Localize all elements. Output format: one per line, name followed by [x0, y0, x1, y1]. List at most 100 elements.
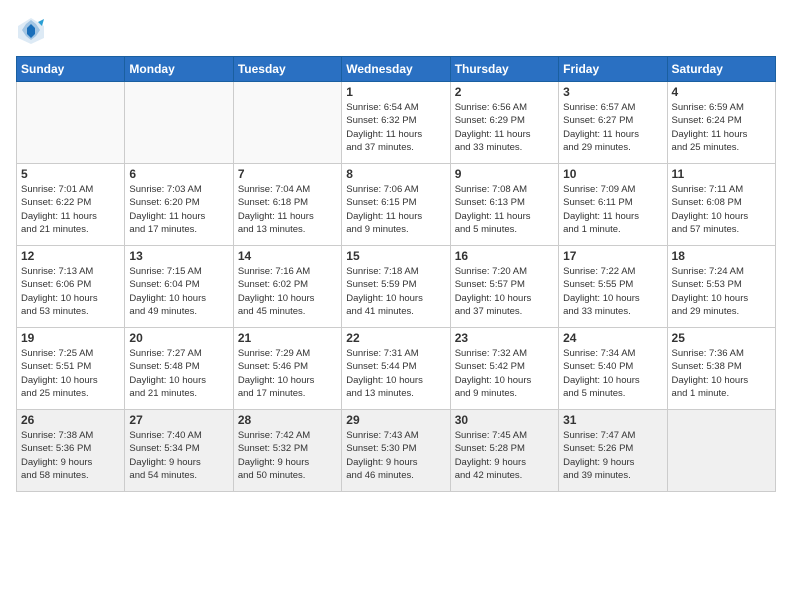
calendar-cell: 14Sunrise: 7:16 AM Sunset: 6:02 PM Dayli…	[233, 246, 341, 328]
day-number: 16	[455, 249, 554, 263]
day-info: Sunrise: 7:09 AM Sunset: 6:11 PM Dayligh…	[563, 183, 662, 236]
day-number: 29	[346, 413, 445, 427]
day-info: Sunrise: 7:11 AM Sunset: 6:08 PM Dayligh…	[672, 183, 771, 236]
day-number: 23	[455, 331, 554, 345]
day-info: Sunrise: 7:47 AM Sunset: 5:26 PM Dayligh…	[563, 429, 662, 482]
calendar-cell: 26Sunrise: 7:38 AM Sunset: 5:36 PM Dayli…	[17, 410, 125, 492]
day-info: Sunrise: 6:56 AM Sunset: 6:29 PM Dayligh…	[455, 101, 554, 154]
day-number: 20	[129, 331, 228, 345]
day-info: Sunrise: 7:25 AM Sunset: 5:51 PM Dayligh…	[21, 347, 120, 400]
calendar-cell: 11 Sunrise: 7:11 AM Sunset: 6:08 PM Dayli…	[667, 164, 775, 246]
calendar-cell: 28 Sunrise: 7:42 AM Sunset: 5:32 PM Dayli…	[233, 410, 341, 492]
day-number: 22	[346, 331, 445, 345]
weekday-header: Monday	[125, 57, 233, 82]
day-number: 4	[672, 85, 771, 99]
day-number: 21	[238, 331, 337, 345]
calendar-cell: 10 Sunrise: 7:09 AM Sunset: 6:11 PM Dayli…	[559, 164, 667, 246]
day-number: 30	[455, 413, 554, 427]
day-info: Sunrise: 7:03 AM Sunset: 6:20 PM Dayligh…	[129, 183, 228, 236]
calendar-cell: 4 Sunrise: 6:59 AM Sunset: 6:24 PM Daylig…	[667, 82, 775, 164]
weekday-header: Sunday	[17, 57, 125, 82]
calendar-cell: 12 Sunrise: 7:13 AM Sunset: 6:06 PM Dayli…	[17, 246, 125, 328]
day-number: 13	[129, 249, 228, 263]
weekday-header: Tuesday	[233, 57, 341, 82]
day-number: 7	[238, 167, 337, 181]
day-info: Sunrise: 7:40 AM Sunset: 5:34 PM Dayligh…	[129, 429, 228, 482]
weekday-header: Thursday	[450, 57, 558, 82]
calendar-cell: 8 Sunrise: 7:06 AM Sunset: 6:15 PM Daylig…	[342, 164, 450, 246]
day-number: 10	[563, 167, 662, 181]
day-number: 26	[21, 413, 120, 427]
day-number: 9	[455, 167, 554, 181]
day-info: Sunrise: 7:15 AM Sunset: 6:04 PM Dayligh…	[129, 265, 228, 318]
day-number: 11	[672, 167, 771, 181]
day-info: Sunrise: 7:29 AM Sunset: 5:46 PM Dayligh…	[238, 347, 337, 400]
calendar-cell	[233, 82, 341, 164]
day-info: Sunrise: 7:20 AM Sunset: 5:57 PM Dayligh…	[455, 265, 554, 318]
calendar-cell: 31 Sunrise: 7:47 AM Sunset: 5:26 PM Dayli…	[559, 410, 667, 492]
calendar-cell: 13 Sunrise: 7:15 AM Sunset: 6:04 PM Dayli…	[125, 246, 233, 328]
calendar-cell: 21 Sunrise: 7:29 AM Sunset: 5:46 PM Dayli…	[233, 328, 341, 410]
calendar-cell: 27 Sunrise: 7:40 AM Sunset: 5:34 PM Dayli…	[125, 410, 233, 492]
calendar-cell: 22 Sunrise: 7:31 AM Sunset: 5:44 PM Dayli…	[342, 328, 450, 410]
day-number: 8	[346, 167, 445, 181]
day-info: Sunrise: 7:16 AM Sunset: 6:02 PM Dayligh…	[238, 265, 337, 318]
calendar-cell: 23Sunrise: 7:32 AM Sunset: 5:42 PM Dayli…	[450, 328, 558, 410]
weekday-header: Friday	[559, 57, 667, 82]
calendar-cell: 2 Sunrise: 6:56 AM Sunset: 6:29 PM Daylig…	[450, 82, 558, 164]
day-number: 18	[672, 249, 771, 263]
calendar-cell	[667, 410, 775, 492]
header	[16, 16, 776, 46]
calendar-week-row: 12 Sunrise: 7:13 AM Sunset: 6:06 PM Dayli…	[17, 246, 776, 328]
day-info: Sunrise: 7:34 AM Sunset: 5:40 PM Dayligh…	[563, 347, 662, 400]
day-info: Sunrise: 7:06 AM Sunset: 6:15 PM Dayligh…	[346, 183, 445, 236]
logo	[16, 16, 50, 46]
calendar-cell: 15Sunrise: 7:18 AM Sunset: 5:59 PM Dayli…	[342, 246, 450, 328]
calendar-cell: 1Sunrise: 6:54 AM Sunset: 6:32 PM Daylig…	[342, 82, 450, 164]
day-info: Sunrise: 7:43 AM Sunset: 5:30 PM Dayligh…	[346, 429, 445, 482]
calendar-body: 1Sunrise: 6:54 AM Sunset: 6:32 PM Daylig…	[17, 82, 776, 492]
day-info: Sunrise: 7:13 AM Sunset: 6:06 PM Dayligh…	[21, 265, 120, 318]
weekday-header: Wednesday	[342, 57, 450, 82]
day-number: 28	[238, 413, 337, 427]
weekday-header: Saturday	[667, 57, 775, 82]
calendar-cell: 6 Sunrise: 7:03 AM Sunset: 6:20 PM Daylig…	[125, 164, 233, 246]
day-info: Sunrise: 6:57 AM Sunset: 6:27 PM Dayligh…	[563, 101, 662, 154]
day-info: Sunrise: 7:04 AM Sunset: 6:18 PM Dayligh…	[238, 183, 337, 236]
calendar-week-row: 1Sunrise: 6:54 AM Sunset: 6:32 PM Daylig…	[17, 82, 776, 164]
calendar-cell: 30 Sunrise: 7:45 AM Sunset: 5:28 PM Dayli…	[450, 410, 558, 492]
day-info: Sunrise: 7:31 AM Sunset: 5:44 PM Dayligh…	[346, 347, 445, 400]
day-info: Sunrise: 7:18 AM Sunset: 5:59 PM Dayligh…	[346, 265, 445, 318]
calendar-cell: 16 Sunrise: 7:20 AM Sunset: 5:57 PM Dayli…	[450, 246, 558, 328]
day-number: 25	[672, 331, 771, 345]
page: SundayMondayTuesdayWednesdayThursdayFrid…	[0, 0, 792, 612]
day-info: Sunrise: 6:59 AM Sunset: 6:24 PM Dayligh…	[672, 101, 771, 154]
day-number: 27	[129, 413, 228, 427]
day-info: Sunrise: 7:42 AM Sunset: 5:32 PM Dayligh…	[238, 429, 337, 482]
day-info: Sunrise: 7:27 AM Sunset: 5:48 PM Dayligh…	[129, 347, 228, 400]
calendar: SundayMondayTuesdayWednesdayThursdayFrid…	[16, 56, 776, 492]
day-number: 6	[129, 167, 228, 181]
calendar-cell: 5 Sunrise: 7:01 AM Sunset: 6:22 PM Daylig…	[17, 164, 125, 246]
day-info: Sunrise: 7:24 AM Sunset: 5:53 PM Dayligh…	[672, 265, 771, 318]
calendar-header-row: SundayMondayTuesdayWednesdayThursdayFrid…	[17, 57, 776, 82]
calendar-cell	[17, 82, 125, 164]
day-number: 5	[21, 167, 120, 181]
day-number: 12	[21, 249, 120, 263]
calendar-cell: 29 Sunrise: 7:43 AM Sunset: 5:30 PM Dayli…	[342, 410, 450, 492]
calendar-cell: 7 Sunrise: 7:04 AM Sunset: 6:18 PM Daylig…	[233, 164, 341, 246]
day-number: 24	[563, 331, 662, 345]
day-number: 17	[563, 249, 662, 263]
day-info: Sunrise: 7:01 AM Sunset: 6:22 PM Dayligh…	[21, 183, 120, 236]
day-number: 2	[455, 85, 554, 99]
logo-icon	[16, 16, 46, 46]
calendar-cell: 17Sunrise: 7:22 AM Sunset: 5:55 PM Dayli…	[559, 246, 667, 328]
day-info: Sunrise: 6:54 AM Sunset: 6:32 PM Dayligh…	[346, 101, 445, 154]
calendar-cell: 3 Sunrise: 6:57 AM Sunset: 6:27 PM Daylig…	[559, 82, 667, 164]
calendar-cell: 24 Sunrise: 7:34 AM Sunset: 5:40 PM Dayli…	[559, 328, 667, 410]
calendar-cell: 25Sunrise: 7:36 AM Sunset: 5:38 PM Dayli…	[667, 328, 775, 410]
day-number: 3	[563, 85, 662, 99]
day-info: Sunrise: 7:45 AM Sunset: 5:28 PM Dayligh…	[455, 429, 554, 482]
calendar-week-row: 19Sunrise: 7:25 AM Sunset: 5:51 PM Dayli…	[17, 328, 776, 410]
day-number: 31	[563, 413, 662, 427]
